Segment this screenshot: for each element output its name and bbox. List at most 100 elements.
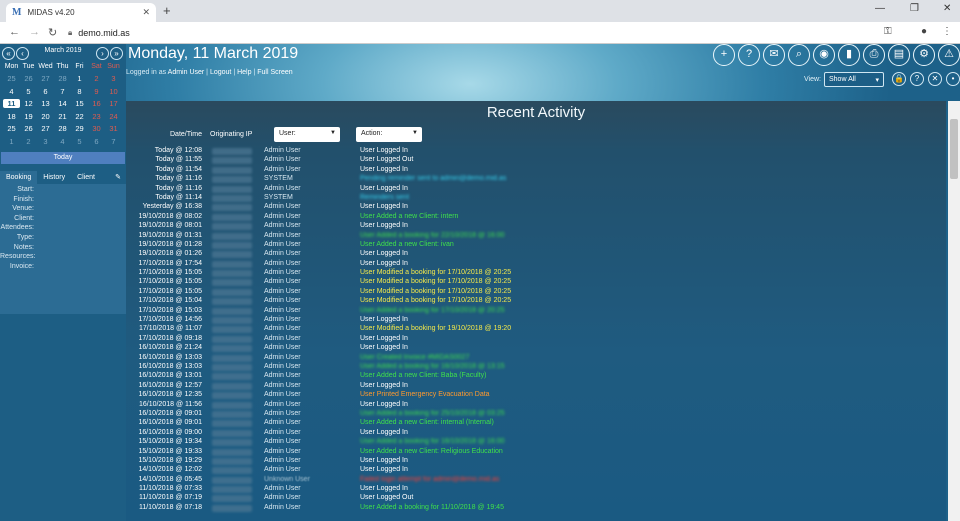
minimize-window-button[interactable]: — [875,3,885,14]
calendar-day[interactable]: 4 [54,137,71,146]
activity-action[interactable]: User Added a new Client: intern [360,213,458,220]
activity-action[interactable]: User Created Invoice #MIDAS0027 [360,354,469,361]
calendar-day[interactable]: 27 [37,124,54,133]
activity-action[interactable]: User Added a new Client: Baba (Faculty) [360,372,486,379]
activity-action[interactable]: User Added a booking for 17/10/2018 @ 20… [360,307,505,314]
calendar-day[interactable]: 7 [54,87,71,96]
calendar-day[interactable]: 17 [105,99,122,108]
calendar-day[interactable]: 16 [88,99,105,108]
pin-icon[interactable]: ✎ [115,171,126,184]
activity-action[interactable]: User Added a booking for 25/10/2018 @ 03… [360,410,505,417]
restore-window-button[interactable]: ❐ [910,3,919,14]
calendar-day[interactable]: 12 [20,99,37,108]
calendar-day[interactable]: 19 [20,112,37,121]
calendar-day[interactable]: 23 [88,112,105,121]
close-window-button[interactable]: ✕ [943,3,951,14]
calendar-day[interactable]: 1 [3,137,20,146]
calendar-day[interactable]: 10 [105,87,122,96]
calendar-day[interactable]: 21 [54,112,71,121]
alert-icon[interactable]: ⚠ [938,44,960,66]
search-icon[interactable]: ⌕ [788,44,810,66]
calendar-day[interactable]: 1 [71,74,88,83]
calendar-day[interactable]: 6 [88,137,105,146]
key-icon[interactable]: ⚿ [884,26,892,37]
activity-action[interactable]: User Modified a booking for 17/10/2018 @… [360,278,511,285]
print-icon[interactable]: ⎙ [863,44,885,66]
add-icon[interactable]: + [713,44,735,66]
browser-tab[interactable]: M MIDAS v4.20 ✕ [6,3,156,22]
calendar-day[interactable]: 2 [88,74,105,83]
activity-action[interactable]: User Added a new Client: ivan [360,241,454,248]
calendar-day[interactable]: 9 [88,87,105,96]
profile-icon[interactable]: ● [921,26,927,37]
scrollbar-thumb[interactable] [950,119,958,179]
calendar-day[interactable]: 6 [37,87,54,96]
reload-button[interactable]: ↻ [48,26,57,39]
activity-action[interactable]: User Modified a booking for 17/10/2018 @… [360,288,511,295]
calendar-day[interactable]: 7 [105,137,122,146]
close-icon[interactable]: ✕ [928,72,942,86]
tab-booking[interactable]: Booking [0,171,38,184]
activity-action[interactable]: User Modified a booking for 17/10/2018 @… [360,297,511,304]
calendar-day[interactable]: 26 [20,74,37,83]
calendar-day[interactable]: 30 [88,124,105,133]
help-icon[interactable]: ? [738,44,760,66]
calendar-day[interactable]: 13 [37,99,54,108]
calendar-day[interactable]: 26 [20,124,37,133]
calendar-day[interactable]: 27 [37,74,54,83]
view-icon[interactable]: ◉ [813,44,835,66]
calendar-day[interactable]: 31 [105,124,122,133]
menu-icon[interactable]: ⋮ [942,26,952,37]
dot-icon[interactable]: • [946,72,960,86]
calendar-day[interactable]: 28 [54,74,71,83]
calendar-day[interactable]: 8 [71,87,88,96]
user-filter-select[interactable]: User: ▼ [274,127,340,142]
tab-client[interactable]: Client [71,171,101,184]
activity-action[interactable]: Reminders sent [360,194,409,201]
prev-year-button[interactable]: « [2,47,15,60]
activity-action[interactable]: User Added a booking for 11/10/2018 @ 19… [360,504,504,511]
calendar-day[interactable]: 14 [54,99,71,108]
calendar-day[interactable]: 15 [71,99,88,108]
full-screen-link[interactable]: Full Screen [257,69,292,76]
stats-icon[interactable]: ▮ [838,44,860,66]
logout-link[interactable]: Logout [210,69,231,76]
tab-close-icon[interactable]: ✕ [142,7,150,18]
activity-action[interactable]: Pending reminder sent to admin@demo.mid.… [360,175,506,182]
activity-action[interactable]: User Added a booking for 22/10/2018 @ 16… [360,232,505,239]
tab-history[interactable]: History [37,171,71,184]
new-tab-button[interactable]: + [163,3,171,18]
calendar-day[interactable]: 24 [105,112,122,121]
calendar-day[interactable]: 22 [71,112,88,121]
calendar-day[interactable]: 25 [3,74,20,83]
activity-action[interactable]: User Added a new Client: Religious Educa… [360,448,503,455]
calendar-day[interactable]: 20 [37,112,54,121]
activity-action[interactable]: User Printed Emergency Evacuation Data [360,391,490,398]
activity-action[interactable]: User Added a new Client: internal (Inter… [360,419,494,426]
calendar-day[interactable]: 4 [3,87,20,96]
view-select[interactable]: Show All ▾ [824,71,884,87]
calendar-day[interactable]: 3 [37,137,54,146]
today-button[interactable]: Today [1,152,125,164]
mail-icon[interactable]: ✉ [763,44,785,66]
activity-action[interactable]: User Added a booking for 16/10/2018 @ 13… [360,363,505,370]
lock-icon[interactable]: 🔒 [892,72,906,86]
next-month-button[interactable]: › [96,47,109,60]
activity-action[interactable]: User Added a booking for 16/10/2018 @ 16… [360,438,505,445]
activity-action[interactable]: User Modified a booking for 17/10/2018 @… [360,269,511,276]
calendar-day[interactable]: 11 [3,99,20,109]
forward-button[interactable]: → [29,26,40,38]
document-icon[interactable]: ▤ [888,44,910,66]
calendar-day[interactable]: 29 [71,124,88,133]
calendar-day[interactable]: 5 [20,87,37,96]
calendar-day[interactable]: 2 [20,137,37,146]
activity-action[interactable]: Failed login attempt for admin@demo.mid.… [360,476,499,483]
calendar-day[interactable]: 5 [71,137,88,146]
activity-action[interactable]: User Modified a booking for 19/10/2018 @… [360,325,511,332]
calendar-day[interactable]: 25 [3,124,20,133]
action-filter-select[interactable]: Action: ▼ [356,127,422,142]
prev-month-button[interactable]: ‹ [16,47,29,60]
help-link[interactable]: Help [237,69,251,76]
settings-icon[interactable]: ⚙ [913,44,935,66]
calendar-day[interactable]: 28 [54,124,71,133]
